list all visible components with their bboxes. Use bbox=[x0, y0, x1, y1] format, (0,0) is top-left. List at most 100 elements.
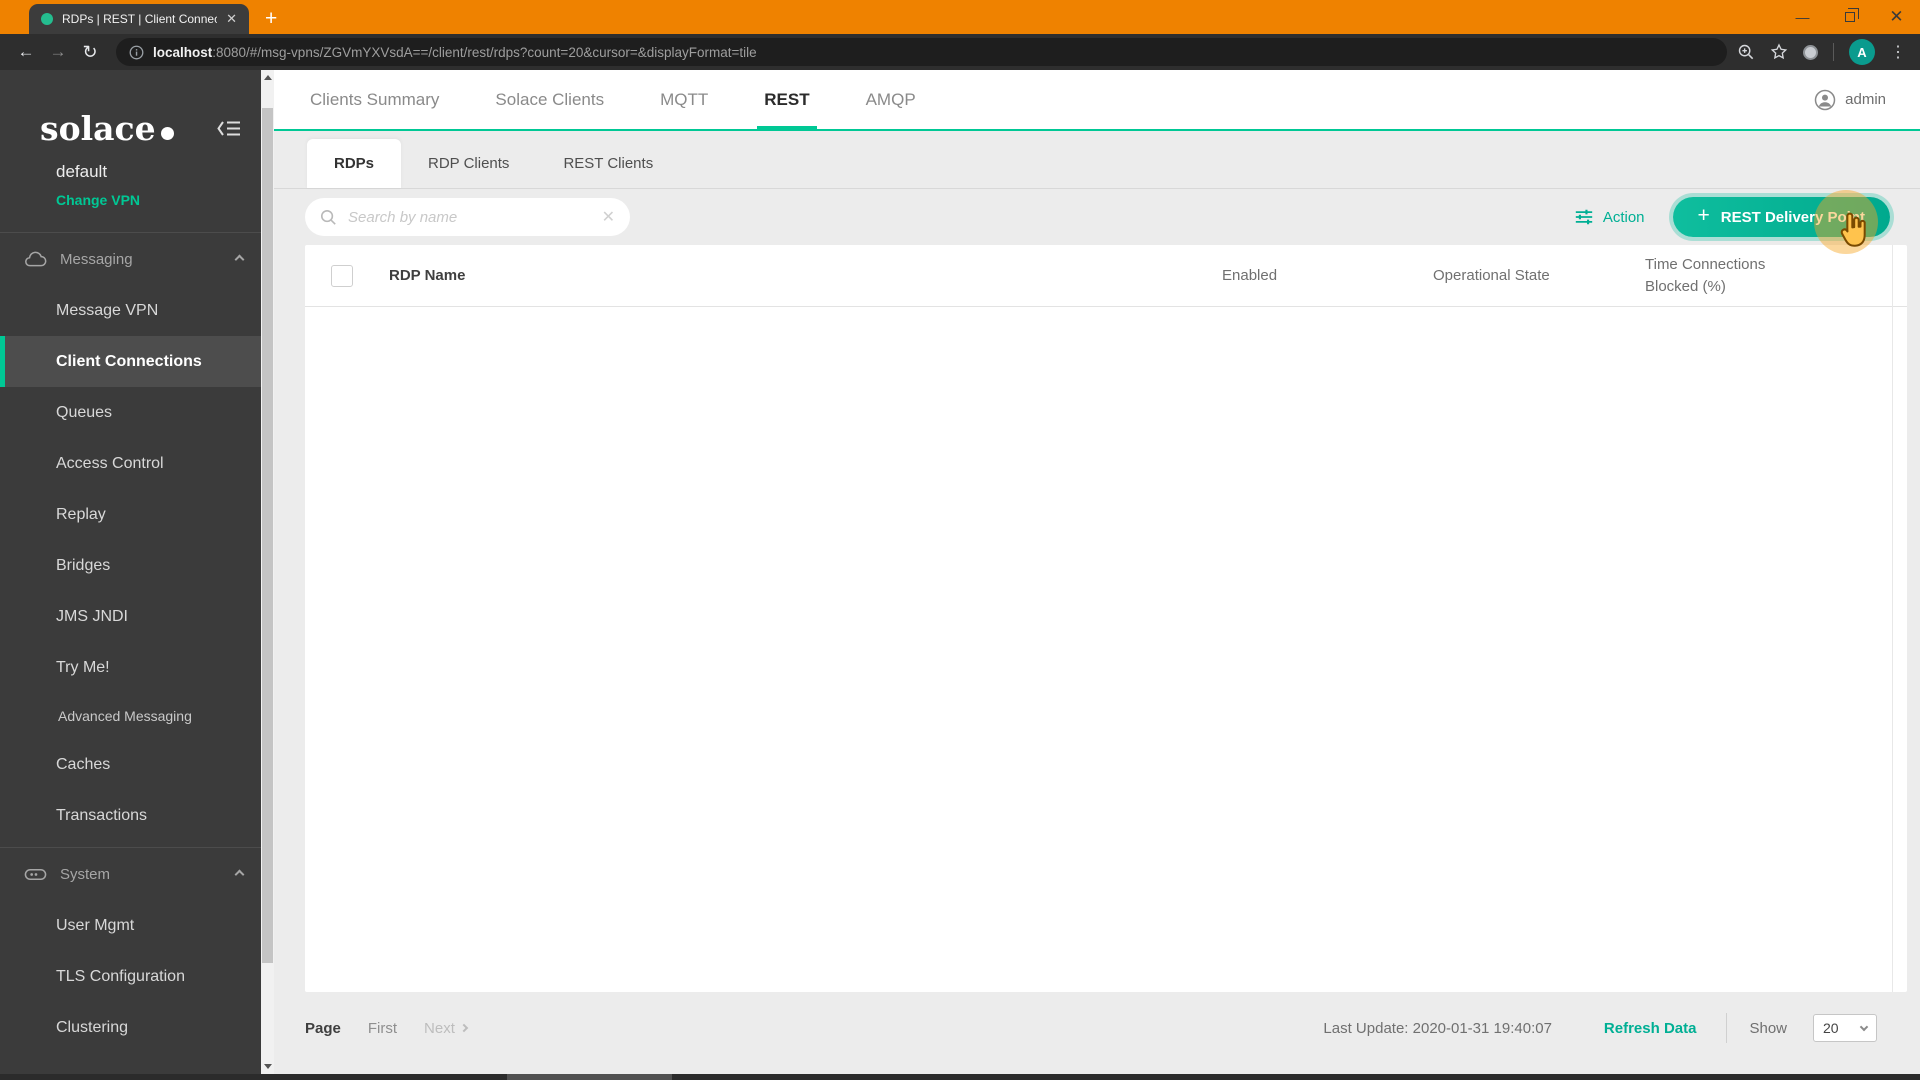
cloud-icon bbox=[25, 251, 47, 266]
tab-clients-summary[interactable]: Clients Summary bbox=[310, 70, 439, 129]
info-icon[interactable] bbox=[129, 45, 144, 60]
sidebar-item-replay[interactable]: Replay bbox=[0, 489, 261, 540]
browser-titlebar: RDPs | REST | Client Connections ✕ + — ✕ bbox=[0, 0, 1920, 34]
action-button[interactable]: Action bbox=[1574, 208, 1645, 226]
scroll-down-icon[interactable] bbox=[261, 1059, 274, 1074]
browser-tab-title: RDPs | REST | Client Connections bbox=[62, 12, 218, 26]
main-content: Clients Summary Solace Clients MQTT REST… bbox=[274, 70, 1920, 1080]
section-label: System bbox=[60, 865, 111, 883]
tab-amqp[interactable]: AMQP bbox=[866, 70, 916, 129]
chevron-up-icon bbox=[234, 869, 245, 879]
subtab-rest-clients[interactable]: REST Clients bbox=[536, 139, 680, 188]
sidebar-section-messaging[interactable]: Messaging bbox=[0, 233, 261, 285]
sidebar-scrollbar[interactable] bbox=[261, 70, 274, 1080]
zoom-icon[interactable] bbox=[1737, 43, 1755, 61]
sidebar-item-try-me[interactable]: Try Me! bbox=[0, 642, 261, 693]
screen: RDPs | REST | Client Connections ✕ + — ✕… bbox=[0, 0, 1920, 1080]
rdp-table: RDP Name Enabled Operational State Time … bbox=[305, 245, 1907, 992]
search-clear-icon[interactable]: ✕ bbox=[602, 207, 615, 227]
change-vpn-link[interactable]: Change VPN bbox=[56, 192, 261, 208]
horizontal-scrollbar[interactable] bbox=[0, 1074, 1920, 1080]
sidebar-item-client-connections[interactable]: Client Connections bbox=[0, 336, 261, 387]
logo-dot bbox=[160, 126, 174, 140]
page-size-select[interactable]: 20 bbox=[1813, 1014, 1877, 1042]
sidebar-item-caches[interactable]: Caches bbox=[0, 739, 261, 790]
reload-icon[interactable]: ↻ bbox=[74, 42, 106, 63]
search-icon bbox=[320, 209, 336, 225]
chevron-right-icon bbox=[459, 1023, 469, 1033]
show-label: Show bbox=[1749, 1019, 1787, 1037]
sidebar-item-jms-jndi[interactable]: JMS JNDI bbox=[0, 591, 261, 642]
user-menu[interactable]: admin bbox=[1814, 89, 1920, 111]
column-header-rdp-name: RDP Name bbox=[389, 267, 466, 284]
pagination-footer: Page First Next Last Update: 2020-01-31 … bbox=[274, 992, 1920, 1080]
window-controls: — ✕ bbox=[1779, 0, 1920, 34]
footer-separator bbox=[1726, 1013, 1728, 1043]
top-navigation: Clients Summary Solace Clients MQTT REST… bbox=[274, 70, 1920, 131]
user-icon bbox=[1814, 89, 1836, 110]
tab-close-icon[interactable]: ✕ bbox=[226, 11, 237, 27]
next-page-button[interactable]: Next bbox=[424, 1020, 469, 1037]
browser-tab[interactable]: RDPs | REST | Client Connections ✕ bbox=[29, 4, 249, 34]
sidebar-item-user-mgmt[interactable]: User Mgmt bbox=[0, 900, 261, 951]
bookmark-star-icon[interactable] bbox=[1770, 43, 1788, 61]
horizontal-scrollbar-thumb[interactable] bbox=[507, 1074, 672, 1080]
sidebar-item-access-control[interactable]: Access Control bbox=[0, 438, 261, 489]
table-edge-line bbox=[1892, 245, 1893, 992]
browser-profile-avatar[interactable]: A bbox=[1849, 39, 1875, 65]
action-filter-icon bbox=[1575, 209, 1592, 225]
table-header-row: RDP Name Enabled Operational State Time … bbox=[305, 245, 1907, 307]
chevron-down-icon bbox=[1859, 1022, 1869, 1031]
restore-button[interactable] bbox=[1826, 0, 1873, 34]
column-header-time-connections-blocked: Time Connections Blocked (%) bbox=[1645, 255, 1766, 295]
first-page-button[interactable]: First bbox=[368, 1020, 397, 1037]
sidebar: solace default Change VPN Messaging Mess… bbox=[0, 70, 261, 1080]
sub-tabs: RDPs RDP Clients REST Clients bbox=[274, 131, 1920, 189]
address-bar[interactable]: localhost:8080/#/msg-vpns/ZGVmYXVsdA==/c… bbox=[116, 38, 1727, 66]
subtab-rdps[interactable]: RDPs bbox=[307, 139, 402, 188]
tab-solace-clients[interactable]: Solace Clients bbox=[495, 70, 604, 129]
sidebar-collapse-icon[interactable] bbox=[217, 120, 241, 137]
vpn-name: default bbox=[56, 162, 108, 181]
restore-icon bbox=[1844, 8, 1859, 22]
tab-rest[interactable]: REST bbox=[757, 70, 817, 129]
search-input[interactable]: Search by name ✕ bbox=[305, 198, 630, 236]
url-path: :8080/#/msg-vpns/ZGVmYXVsdA==/client/res… bbox=[212, 44, 757, 60]
user-name: admin bbox=[1845, 91, 1886, 108]
minimize-button[interactable]: — bbox=[1779, 0, 1826, 34]
section-label: Messaging bbox=[60, 250, 133, 268]
toolbar-icons: A ⋮ bbox=[1737, 39, 1910, 65]
sidebar-section-system[interactable]: System bbox=[0, 848, 261, 900]
toolbar-separator bbox=[1833, 43, 1834, 61]
plus-icon: + bbox=[1697, 204, 1710, 227]
extension-icon[interactable] bbox=[1803, 44, 1818, 60]
table-body-empty bbox=[305, 307, 1907, 992]
column-header-enabled: Enabled bbox=[1222, 267, 1278, 284]
browser-menu-icon[interactable]: ⋮ bbox=[1890, 42, 1906, 62]
url-text: localhost:8080/#/msg-vpns/ZGVmYXVsdA==/c… bbox=[153, 45, 757, 60]
sidebar-item-queues[interactable]: Queues bbox=[0, 387, 261, 438]
sidebar-item-advanced-messaging[interactable]: Advanced Messaging bbox=[0, 693, 261, 739]
url-host: localhost bbox=[153, 44, 213, 60]
sidebar-item-clustering[interactable]: Clustering bbox=[0, 1002, 261, 1053]
close-button[interactable]: ✕ bbox=[1873, 0, 1920, 34]
refresh-data-button[interactable]: Refresh Data bbox=[1604, 1020, 1697, 1037]
select-all-checkbox[interactable] bbox=[331, 264, 353, 287]
subtab-rdp-clients[interactable]: RDP Clients bbox=[401, 139, 536, 188]
scrollbar-thumb[interactable] bbox=[262, 108, 273, 963]
last-update-text: Last Update: 2020-01-31 19:40:07 bbox=[1323, 1019, 1552, 1037]
back-icon[interactable]: ← bbox=[10, 42, 42, 62]
sidebar-item-message-vpn[interactable]: Message VPN bbox=[0, 285, 261, 336]
column-header-operational-state: Operational State bbox=[1433, 267, 1550, 284]
list-toolbar: Search by name ✕ Action + REST Delivery … bbox=[274, 189, 1920, 245]
cursor-hand-icon bbox=[1833, 209, 1871, 251]
forward-icon[interactable]: → bbox=[42, 42, 74, 62]
page-label: Page bbox=[305, 1019, 341, 1037]
tab-mqtt[interactable]: MQTT bbox=[660, 70, 708, 129]
sidebar-item-transactions[interactable]: Transactions bbox=[0, 790, 261, 841]
browser-toolbar: ← → ↻ localhost:8080/#/msg-vpns/ZGVmYXVs… bbox=[0, 34, 1920, 70]
sidebar-item-tls-configuration[interactable]: TLS Configuration bbox=[0, 951, 261, 1002]
new-tab-button[interactable]: + bbox=[265, 7, 277, 31]
scroll-up-icon[interactable] bbox=[261, 70, 274, 85]
sidebar-item-bridges[interactable]: Bridges bbox=[0, 540, 261, 591]
